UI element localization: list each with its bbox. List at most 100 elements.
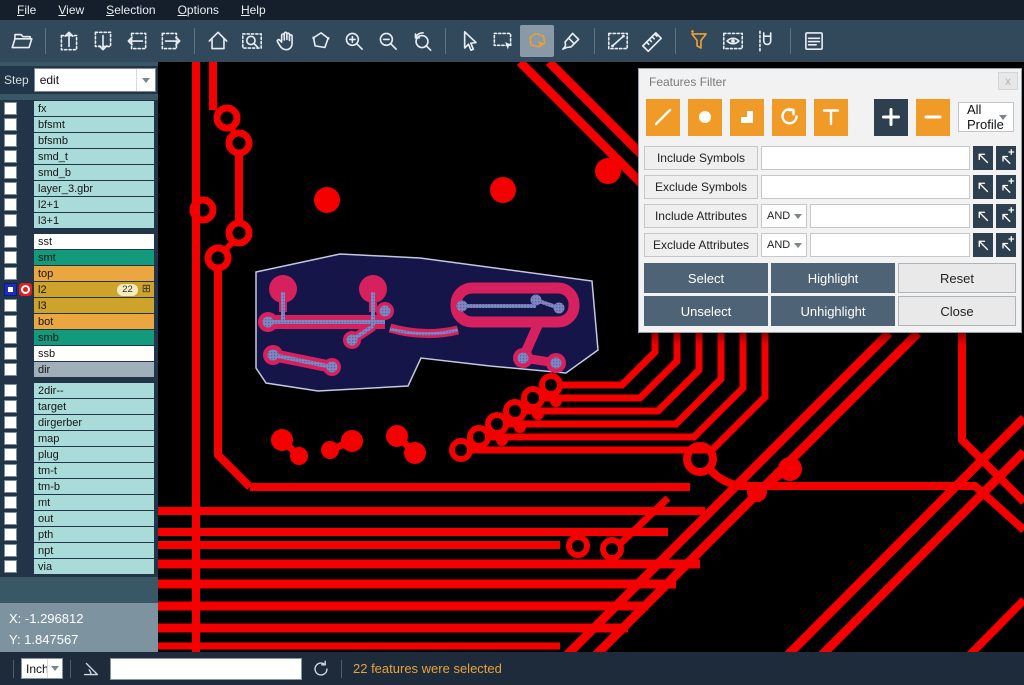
layer-name[interactable]: out [34, 511, 154, 526]
layer-visibility-checkbox[interactable] [4, 448, 17, 461]
layer-visibility-checkbox[interactable] [4, 315, 17, 328]
layer-row[interactable]: 2dir-- [0, 383, 154, 398]
close-icon[interactable]: x [998, 72, 1018, 90]
layer-row[interactable]: sst [0, 234, 154, 249]
layer-name[interactable]: via [34, 559, 154, 574]
menu-file[interactable]: File [6, 1, 47, 19]
layer-name[interactable]: tm-b [34, 479, 154, 494]
filter-line-button[interactable] [646, 99, 680, 136]
layer-row[interactable]: fx [0, 101, 154, 116]
command-input[interactable] [110, 658, 302, 680]
unit-select[interactable]: Inch [21, 658, 63, 679]
zoom-window-button[interactable] [235, 25, 269, 57]
exclude-symbols-input[interactable] [761, 175, 970, 199]
layer-name[interactable]: smt [34, 250, 154, 265]
layer-name[interactable]: smd_t [34, 149, 154, 164]
view-options-button[interactable] [716, 25, 750, 57]
open-file-button[interactable] [5, 25, 39, 57]
layer-name[interactable]: layer_3.gbr [34, 181, 154, 196]
layer-visibility-checkbox[interactable] [4, 331, 17, 344]
layer-visibility-checkbox[interactable] [4, 432, 17, 445]
layer-row[interactable]: bot [0, 314, 154, 329]
exclude-symbols-button[interactable]: Exclude Symbols [644, 175, 758, 199]
measure-ruler-button[interactable] [635, 25, 669, 57]
layer-name[interactable]: dir [34, 362, 154, 377]
layer-row[interactable]: layer_3.gbr [0, 181, 154, 196]
layer-name[interactable]: target [34, 399, 154, 414]
layer-name[interactable]: plug [34, 447, 154, 462]
pick-add-attribute-button[interactable] [996, 233, 1016, 257]
layer-name[interactable]: l222⊞ [34, 282, 154, 297]
pan-up-button[interactable] [52, 25, 86, 57]
layer-row[interactable]: l3 [0, 298, 154, 313]
select-pointer-button[interactable] [452, 25, 486, 57]
layer-name[interactable]: smd_b [34, 165, 154, 180]
pan-left-button[interactable] [120, 25, 154, 57]
layer-visibility-checkbox[interactable] [4, 363, 17, 376]
pick-add-attribute-button[interactable] [996, 204, 1016, 228]
layer-visibility-checkbox[interactable] [4, 384, 17, 397]
layer-name[interactable]: l3 [34, 298, 154, 313]
layer-row[interactable]: dir [0, 362, 154, 377]
layer-visibility-checkbox[interactable] [4, 512, 17, 525]
layer-row[interactable]: bfsmb [0, 133, 154, 148]
layer-row[interactable]: target [0, 399, 154, 414]
include-symbols-button[interactable]: Include Symbols [644, 146, 758, 170]
layer-row[interactable]: smd_t [0, 149, 154, 164]
layer-visibility-checkbox[interactable] [4, 464, 17, 477]
include-symbols-input[interactable] [761, 146, 970, 170]
snap-magnet-button[interactable] [750, 25, 784, 57]
menu-options[interactable]: Options [167, 1, 230, 19]
select-polygon-button[interactable] [520, 25, 554, 57]
layers-table-button[interactable] [797, 25, 831, 57]
zoom-out-button[interactable] [371, 25, 405, 57]
layer-row[interactable]: map [0, 431, 154, 446]
layer-name[interactable]: bfsmt [34, 117, 154, 132]
layer-visibility-checkbox[interactable] [4, 102, 17, 115]
layer-row[interactable]: l3+1 [0, 213, 154, 228]
layer-name[interactable]: dirgerber [34, 415, 154, 430]
highlight-button[interactable]: Highlight [771, 263, 895, 293]
layer-visibility-checkbox[interactable] [4, 150, 17, 163]
select-rectangle-button[interactable] [486, 25, 520, 57]
layer-row[interactable]: bfsmt [0, 117, 154, 132]
layer-name[interactable]: smb [34, 330, 154, 345]
pan-right-button[interactable] [154, 25, 188, 57]
zoom-polygon-button[interactable] [303, 25, 337, 57]
clear-brush-button[interactable] [554, 25, 588, 57]
menu-help[interactable]: Help [230, 1, 277, 19]
layer-visibility-checkbox[interactable] [4, 235, 17, 248]
layer-name[interactable]: l3+1 [34, 213, 154, 228]
layer-visibility-checkbox[interactable] [4, 496, 17, 509]
home-view-button[interactable] [201, 25, 235, 57]
filter-remove-button[interactable] [916, 99, 950, 136]
layer-visibility-checkbox[interactable] [4, 480, 17, 493]
exclude-attributes-input[interactable] [810, 233, 970, 257]
layer-visibility-checkbox[interactable] [4, 299, 17, 312]
layer-row[interactable]: pth [0, 527, 154, 542]
layer-visibility-checkbox[interactable] [4, 134, 17, 147]
pick-symbol-button[interactable] [973, 175, 993, 199]
layer-name[interactable]: ssb [34, 346, 154, 361]
unselect-button[interactable]: Unselect [644, 296, 768, 326]
pick-symbol-button[interactable] [973, 146, 993, 170]
layer-visibility-checkbox[interactable] [4, 400, 17, 413]
filter-surface-button[interactable] [730, 99, 764, 136]
menu-selection[interactable]: Selection [95, 1, 166, 19]
layer-visibility-checkbox[interactable] [4, 214, 17, 227]
layer-visibility-checkbox[interactable] [4, 267, 17, 280]
zoom-previous-button[interactable] [405, 25, 439, 57]
layer-row[interactable]: tm-b [0, 479, 154, 494]
layer-visibility-checkbox[interactable] [4, 560, 17, 573]
layer-visibility-checkbox[interactable] [4, 347, 17, 360]
layer-row[interactable]: smt [0, 250, 154, 265]
layer-row[interactable]: mt [0, 495, 154, 510]
layer-name[interactable]: bot [34, 314, 154, 329]
layer-name[interactable]: pth [34, 527, 154, 542]
layer-name[interactable]: tm-t [34, 463, 154, 478]
layer-name[interactable]: sst [34, 234, 154, 249]
layer-row[interactable]: npt [0, 543, 154, 558]
layer-row[interactable]: tm-t [0, 463, 154, 478]
layer-name[interactable]: npt [34, 543, 154, 558]
layer-visibility-checkbox[interactable] [4, 528, 17, 541]
